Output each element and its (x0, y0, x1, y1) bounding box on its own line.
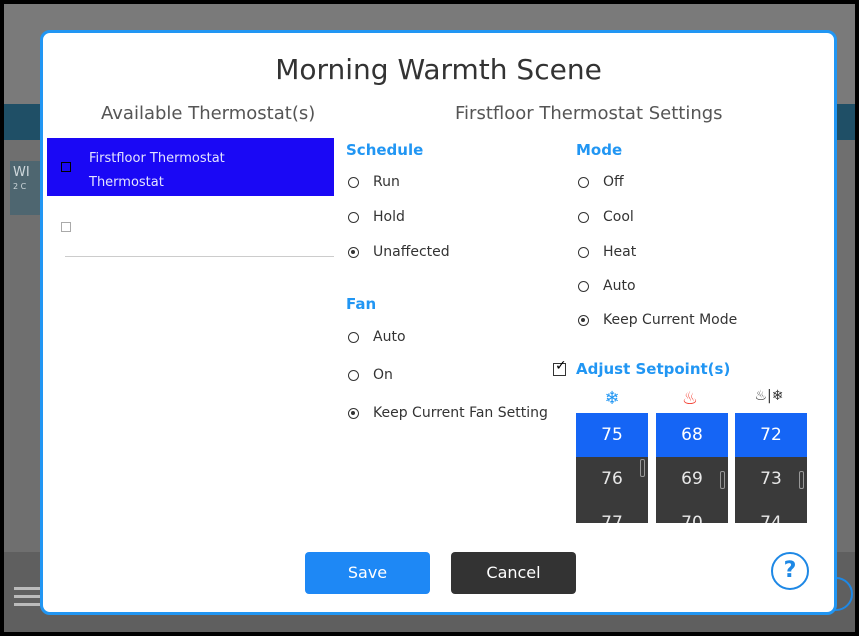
thermostat-name: Firstfloor Thermostat (89, 151, 225, 166)
setpoint-value[interactable]: 77 (576, 501, 648, 523)
scroll-indicator[interactable] (640, 459, 645, 477)
radio-selected-icon[interactable] (348, 246, 359, 258)
menu-icon (14, 582, 40, 611)
available-thermostats-heading: Available Thermostat(s) (101, 103, 316, 124)
radio-icon[interactable] (348, 369, 359, 381)
mode-off-radio[interactable]: Off (578, 174, 624, 190)
checkbox-checked-icon[interactable] (553, 358, 567, 376)
setpoint-value[interactable]: 76 (576, 457, 648, 501)
radio-icon[interactable] (578, 211, 589, 223)
setpoint-value[interactable]: 70 (656, 501, 728, 523)
cancel-button[interactable]: Cancel (451, 552, 576, 594)
mode-auto-radio[interactable]: Auto (578, 278, 636, 294)
radio-icon[interactable] (578, 246, 589, 258)
snowflake-icon: ❄ (604, 388, 620, 409)
scroll-indicator[interactable] (720, 471, 725, 489)
thermostat-settings-heading: Firstfloor Thermostat Settings (455, 103, 723, 124)
cool-setpoint-picker[interactable]: 75 76 77 (576, 413, 648, 523)
setpoint-value[interactable]: 74 (735, 501, 807, 523)
dialog-title: Morning Warmth Scene (275, 53, 602, 86)
radio-icon[interactable] (578, 176, 589, 188)
setpoint-value[interactable]: 72 (735, 413, 807, 457)
schedule-unaffected-radio[interactable]: Unaffected (348, 244, 450, 260)
fan-auto-radio[interactable]: Auto (348, 329, 406, 345)
heat-cool-icon: ♨|❄ (754, 388, 784, 404)
schedule-heading: Schedule (346, 141, 424, 159)
scene-dialog: Morning Warmth Scene Available Thermosta… (40, 30, 837, 615)
thermostat-list: Firstfloor Thermostat Thermostat (47, 138, 334, 257)
save-button[interactable]: Save (305, 552, 430, 594)
radio-icon[interactable] (348, 211, 359, 223)
setpoint-value[interactable]: 73 (735, 457, 807, 501)
fan-keep-current-radio[interactable]: Keep Current Fan Setting (348, 405, 548, 421)
fan-on-radio[interactable]: On (348, 367, 393, 383)
fan-heading: Fan (346, 295, 377, 313)
schedule-hold-radio[interactable]: Hold (348, 209, 405, 225)
adjust-setpoints-checkbox[interactable]: Adjust Setpoint(s) (553, 358, 730, 378)
thermostat-item-empty[interactable] (61, 196, 334, 257)
setpoint-value[interactable]: 68 (656, 413, 728, 457)
schedule-run-radio[interactable]: Run (348, 174, 400, 190)
mode-keep-current-radio[interactable]: Keep Current Mode (578, 312, 737, 328)
heat-setpoint-picker[interactable]: 68 69 70 (656, 413, 728, 523)
thermostat-type: Thermostat (89, 175, 164, 190)
mode-heat-radio[interactable]: Heat (578, 244, 636, 260)
thermostat-checkbox[interactable] (61, 162, 71, 172)
radio-selected-icon[interactable] (348, 407, 359, 419)
setpoint-value[interactable]: 75 (576, 413, 648, 457)
radio-icon[interactable] (578, 280, 589, 292)
flame-icon: ♨ (681, 388, 699, 409)
help-icon[interactable]: ? (771, 552, 809, 590)
thermostat-checkbox[interactable] (61, 222, 71, 232)
setpoint-value[interactable]: 69 (656, 457, 728, 501)
radio-icon[interactable] (348, 331, 359, 343)
auto-setpoint-picker[interactable]: 72 73 74 (735, 413, 807, 523)
thermostat-item-firstfloor[interactable]: Firstfloor Thermostat Thermostat (47, 138, 334, 196)
scroll-indicator[interactable] (799, 471, 804, 489)
mode-heading: Mode (576, 141, 623, 159)
radio-selected-icon[interactable] (578, 314, 589, 326)
radio-icon[interactable] (348, 176, 359, 188)
mode-cool-radio[interactable]: Cool (578, 209, 634, 225)
